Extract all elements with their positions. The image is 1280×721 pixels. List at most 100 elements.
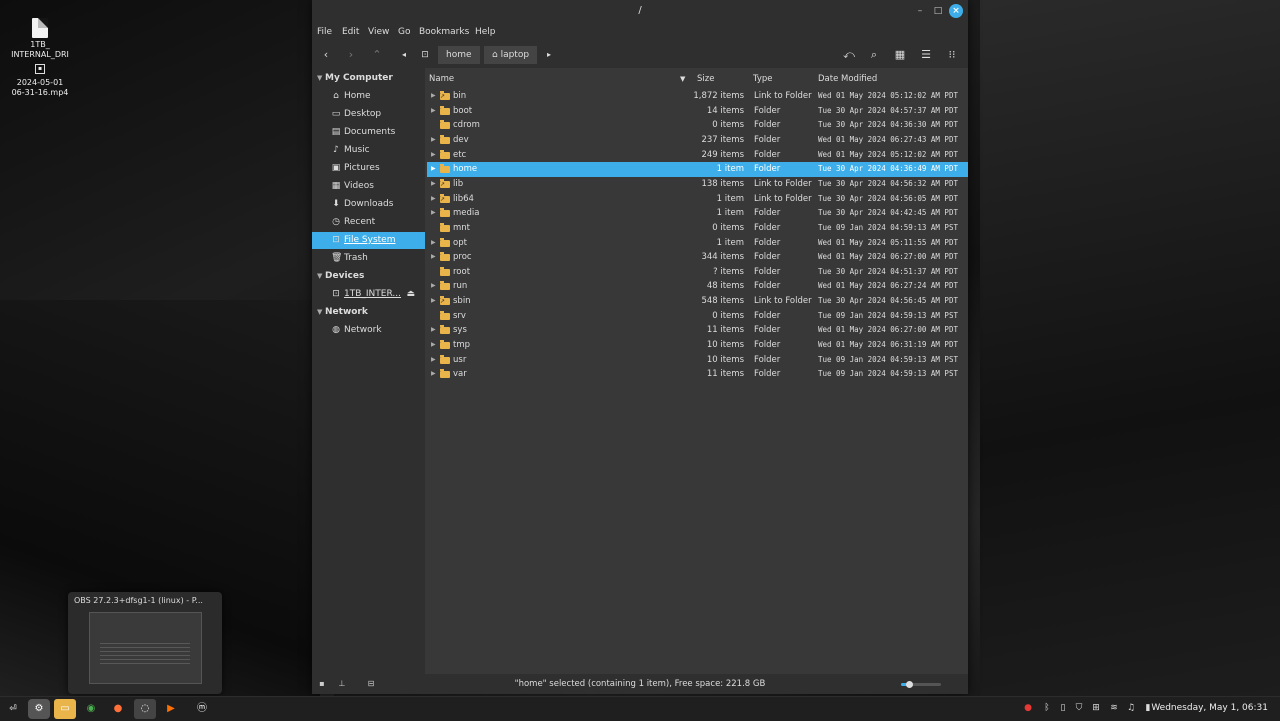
search-icon[interactable]: ⌕: [867, 48, 881, 62]
sidebar-item-videos[interactable]: ▦ Videos: [312, 178, 425, 195]
sidebar-item-home[interactable]: ⌂ Home: [312, 88, 425, 105]
table-row[interactable]: ▶ dev 237 items Folder Wed 01 May 2024 06:27…: [427, 133, 968, 148]
menu-edit[interactable]: Edit: [342, 27, 359, 37]
breadcrumb-home[interactable]: home: [438, 46, 480, 64]
volume-icon[interactable]: ♫: [1125, 702, 1137, 714]
clipboard-icon[interactable]: ▯: [1057, 702, 1069, 714]
forward-button[interactable]: ›: [344, 48, 358, 62]
menu-bookmarks[interactable]: Bookmarks: [419, 27, 469, 37]
chrome-app-icon[interactable]: ◉: [80, 699, 102, 719]
expander-arrow-icon[interactable]: ▶: [431, 236, 436, 251]
sidebar-item-recent[interactable]: ◷ Recent: [312, 214, 425, 231]
table-row[interactable]: srv 0 items Folder Tue 09 Jan 2024 04:59:13…: [427, 309, 968, 324]
drive-icon[interactable]: ⊡: [418, 48, 432, 62]
sidebar-item-desktop[interactable]: ▭ Desktop: [312, 106, 425, 123]
minimize-button[interactable]: –: [913, 4, 927, 18]
expander-arrow-icon[interactable]: ▶: [431, 367, 436, 382]
media-player-icon[interactable]: ▶: [160, 699, 182, 719]
expander-arrow-icon[interactable]: ▶: [431, 89, 436, 104]
sidebar-item-downloads[interactable]: ⬇ Downloads: [312, 196, 425, 213]
wifi-icon[interactable]: ≋: [1108, 702, 1120, 714]
sidebar-item-documents[interactable]: ▤ Documents: [312, 124, 425, 141]
close-button[interactable]: ×: [949, 4, 963, 18]
table-row[interactable]: ▶ etc 249 items Folder Wed 01 May 2024 05:12…: [427, 148, 968, 163]
show-desktop-icon[interactable]: ⏎: [2, 699, 24, 719]
sidebar-item-pictures[interactable]: ▣ Pictures: [312, 160, 425, 177]
sort-down-icon[interactable]: ▼: [680, 75, 685, 83]
compact-view-icon[interactable]: ⁝⁝: [945, 48, 959, 62]
table-row[interactable]: ▶ run 48 items Folder Wed 01 May 2024 06:27:…: [427, 279, 968, 294]
up-button[interactable]: ⌃: [370, 48, 384, 62]
breadcrumb-laptop[interactable]: ⌂ laptop: [484, 46, 538, 64]
column-type[interactable]: Type: [753, 74, 773, 84]
column-date-modified[interactable]: Date Modified: [818, 74, 877, 84]
table-row[interactable]: root ? items Folder Tue 30 Apr 2024 04:51:3…: [427, 265, 968, 280]
expander-arrow-icon[interactable]: ▶: [431, 177, 436, 192]
expander-arrow-icon[interactable]: ▶: [431, 206, 436, 221]
obs-app-icon[interactable]: ◌: [134, 699, 156, 719]
menu-view[interactable]: View: [368, 27, 389, 37]
sidebar-item-file-system[interactable]: ⊡ File System: [312, 232, 425, 249]
zoom-slider-knob[interactable]: [906, 681, 913, 688]
table-row[interactable]: ▶ home 1 item Folder Tue 30 Apr 2024 04:36:4…: [427, 162, 968, 177]
expander-arrow-icon[interactable]: ▶: [431, 279, 436, 294]
files-app-icon[interactable]: ▭: [54, 699, 76, 719]
table-row[interactable]: ▶ usr 10 items Folder Tue 09 Jan 2024 04:59:…: [427, 353, 968, 368]
menu-file[interactable]: File: [317, 27, 332, 37]
sidebar-item-network[interactable]: ◍ Network: [312, 322, 425, 339]
location-toggle-icon[interactable]: ⤺: [842, 48, 856, 62]
breadcrumb-right-arrow[interactable]: ▸: [542, 48, 556, 62]
expander-arrow-icon[interactable]: ▶: [431, 250, 436, 265]
expander-arrow-icon[interactable]: ▶: [431, 338, 436, 353]
table-row[interactable]: ▶ ↗ lib 138 items Link to Folder Tue 30 Apr 2…: [427, 177, 968, 192]
title-bar[interactable]: / – □ ×: [312, 0, 968, 22]
window-preview-tooltip[interactable]: OBS 27.2.3+dfsg1-1 (linux) - P...: [68, 592, 222, 694]
table-row[interactable]: ▶ var 11 items Folder Tue 09 Jan 2024 04:59:…: [427, 367, 968, 382]
expander-arrow-icon[interactable]: ▶: [431, 353, 436, 368]
expander-arrow-icon[interactable]: ▶: [431, 104, 436, 119]
mint-menu-icon[interactable]: ⓜ: [191, 699, 213, 719]
desktop-icon-drive[interactable]: 1TB_ INTERNAL_DRI: [10, 18, 70, 60]
expander-arrow-icon[interactable]: ▶: [431, 162, 436, 177]
table-row[interactable]: cdrom 0 items Folder Tue 30 Apr 2024 04:36:…: [427, 118, 968, 133]
expander-arrow-icon[interactable]: ▶: [431, 323, 436, 338]
table-row[interactable]: ▶ proc 344 items Folder Wed 01 May 2024 06:2…: [427, 250, 968, 265]
list-view-icon[interactable]: ☰: [919, 48, 933, 62]
sidebar-item-1tb-drive[interactable]: ⊡ 1TB_INTER... ⏏: [312, 286, 425, 303]
settings-app-icon[interactable]: ⚙: [28, 699, 50, 719]
zoom-slider[interactable]: [901, 681, 941, 688]
updates-icon[interactable]: ⊞: [1090, 702, 1102, 714]
icon-view-icon[interactable]: ▦: [893, 48, 907, 62]
table-row[interactable]: ▶ ↗ bin 1,872 items Link to Folder Wed 01 May…: [427, 89, 968, 104]
table-row[interactable]: mnt 0 items Folder Tue 09 Jan 2024 04:59:13…: [427, 221, 968, 236]
taskbar-clock[interactable]: Wednesday, May 1, 06:31: [1151, 703, 1268, 713]
firefox-app-icon[interactable]: ●: [107, 699, 129, 719]
menu-go[interactable]: Go: [398, 27, 410, 37]
record-indicator-icon[interactable]: ●: [1022, 702, 1034, 714]
sidebar-section-network[interactable]: ▼ Network: [317, 307, 368, 317]
sidebar-item-trash[interactable]: 🗑 Trash: [312, 250, 425, 267]
expander-arrow-icon[interactable]: ▶: [431, 133, 436, 148]
menu-help[interactable]: Help: [475, 27, 496, 37]
table-row[interactable]: ▶ tmp 10 items Folder Wed 01 May 2024 06:31:…: [427, 338, 968, 353]
table-row[interactable]: ▶ ↗ lib64 1 item Link to Folder Tue 30 Apr 20…: [427, 192, 968, 207]
back-button[interactable]: ‹: [319, 48, 333, 62]
table-row[interactable]: ▶ ↗ sbin 548 items Link to Folder Tue 30 Apr …: [427, 294, 968, 309]
column-size[interactable]: Size: [697, 74, 714, 84]
sidebar-item-music[interactable]: ♪ Music: [312, 142, 425, 159]
expander-arrow-icon[interactable]: ▶: [431, 148, 436, 163]
expander-arrow-icon[interactable]: ▶: [431, 192, 436, 207]
sidebar-section-devices[interactable]: ▼ Devices: [317, 271, 364, 281]
table-row[interactable]: ▶ sys 11 items Folder Wed 01 May 2024 06:27:…: [427, 323, 968, 338]
eject-icon[interactable]: ⏏: [406, 286, 415, 303]
desktop-icon-video[interactable]: ▪ 2024-05-01 06-31-16.mp4: [10, 64, 70, 98]
bluetooth-icon[interactable]: ᛒ: [1041, 702, 1053, 714]
maximize-button[interactable]: □: [931, 4, 945, 18]
breadcrumb-left-arrow[interactable]: ◂: [397, 48, 411, 62]
sidebar-section-my-computer[interactable]: ▼ My Computer: [317, 73, 393, 83]
table-row[interactable]: ▶ media 1 item Folder Tue 30 Apr 2024 04:42:…: [427, 206, 968, 221]
expander-arrow-icon[interactable]: ▶: [431, 294, 436, 309]
table-row[interactable]: ▶ opt 1 item Folder Wed 01 May 2024 05:11:55…: [427, 236, 968, 251]
shield-icon[interactable]: ⛉: [1073, 702, 1085, 714]
table-row[interactable]: ▶ boot 14 items Folder Tue 30 Apr 2024 04:57…: [427, 104, 968, 119]
